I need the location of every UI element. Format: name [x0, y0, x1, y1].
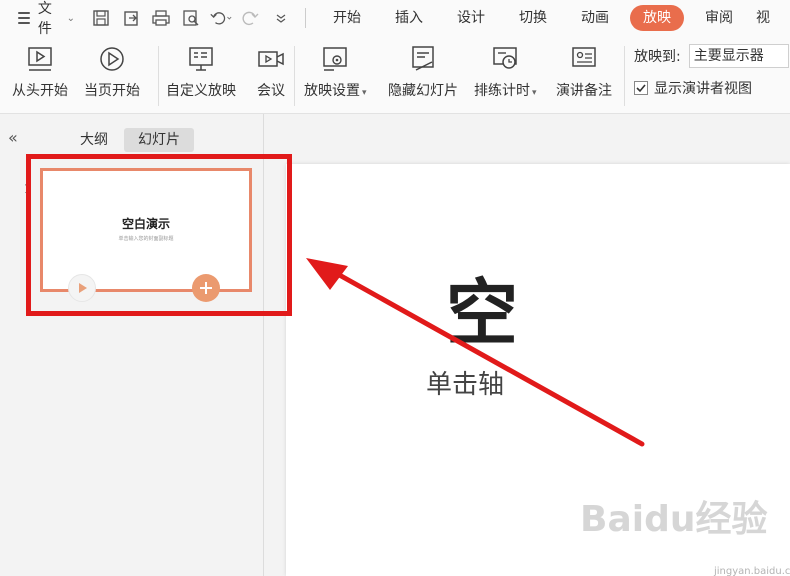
- show-target-row: 放映到: 主要显示器: [634, 44, 789, 68]
- rehearse-timing-button[interactable]: 排练计时 ▾: [474, 42, 537, 100]
- menu-bar: 文件 ⌄ 开始 插入 设计 切换 动画 放映 审阅 视: [0, 0, 790, 37]
- slide-title[interactable]: 空: [446, 254, 518, 359]
- from-start-label: 从头开始: [12, 83, 68, 99]
- tab-review[interactable]: 审阅: [688, 5, 750, 31]
- tab-slideshow[interactable]: 放映: [630, 5, 684, 31]
- dropdown-caret-icon: ▾: [362, 88, 367, 98]
- tab-slides[interactable]: 幻灯片: [124, 128, 194, 152]
- undo-icon[interactable]: [209, 6, 233, 30]
- show-settings-button[interactable]: 放映设置 ▾: [304, 42, 367, 100]
- meeting-label: 会议: [257, 83, 285, 99]
- speaker-notes-icon: [567, 42, 601, 76]
- ribbon-divider: [294, 46, 295, 106]
- play-current-icon: [95, 42, 129, 76]
- tab-animations[interactable]: 动画: [564, 5, 626, 31]
- tab-home[interactable]: 开始: [316, 5, 378, 31]
- checkmark-icon: [636, 84, 646, 93]
- print-icon[interactable]: [149, 6, 173, 30]
- rehearse-timing-text: 排练计时: [474, 83, 530, 99]
- show-settings-text: 放映设置: [304, 83, 360, 99]
- tab-transitions[interactable]: 切换: [502, 5, 564, 31]
- ribbon-toolbar: 从头开始 当页开始 自定义放映 会议 放映设置 ▾ 隐藏幻灯片 排练计时 ▾ 演…: [0, 36, 790, 114]
- meeting-button[interactable]: 会议: [254, 42, 288, 100]
- play-icon: [79, 283, 87, 293]
- show-settings-label: 放映设置 ▾: [304, 80, 367, 100]
- redo-icon[interactable]: [239, 6, 263, 30]
- watermark-url: jingyan.baidu.com: [714, 566, 790, 576]
- tab-view[interactable]: 视: [750, 5, 790, 31]
- from-current-button[interactable]: 当页开始: [84, 42, 140, 100]
- add-slide-button[interactable]: [192, 274, 220, 302]
- play-from-start-icon: [23, 42, 57, 76]
- ribbon-divider: [158, 46, 159, 106]
- custom-show-button[interactable]: 自定义放映: [166, 42, 236, 100]
- play-slide-button[interactable]: [68, 274, 96, 302]
- presenter-view-checkbox[interactable]: [634, 81, 648, 95]
- customize-toolbar-icon[interactable]: [269, 6, 293, 30]
- ribbon-divider: [624, 46, 625, 106]
- custom-show-icon: [184, 42, 218, 76]
- file-menu-label: 文件: [37, 1, 52, 37]
- save-icon[interactable]: [89, 6, 113, 30]
- presenter-view-row: 显示演讲者视图: [634, 78, 752, 98]
- custom-show-label: 自定义放映: [166, 83, 236, 99]
- slide-thumbnail[interactable]: 空白演示 单击输入您的封面副标题: [40, 168, 252, 292]
- file-menu[interactable]: 文件 ⌄: [0, 0, 75, 37]
- show-target-label: 放映到:: [634, 49, 681, 65]
- timer-icon: [488, 42, 522, 76]
- ribbon-tabs: 开始 插入 设计 切换 动画 放映 审阅 视: [316, 5, 790, 31]
- rehearse-timing-label: 排练计时 ▾: [474, 80, 537, 100]
- slide-canvas[interactable]: [286, 164, 790, 576]
- plus-icon: [200, 282, 212, 294]
- print-preview-icon[interactable]: [179, 6, 203, 30]
- thumbnail-subtitle: 单击输入您的封面副标题: [118, 236, 174, 242]
- toolbar-divider: [305, 8, 306, 28]
- quick-access-toolbar: [89, 6, 312, 30]
- tab-design[interactable]: 设计: [440, 5, 502, 31]
- show-target-select[interactable]: 主要显示器: [688, 44, 789, 68]
- thumbnail-title: 空白演示: [121, 217, 170, 231]
- presenter-view-label: 显示演讲者视图: [654, 81, 752, 97]
- hide-slide-icon: [406, 42, 440, 76]
- slide-number: 1: [24, 182, 32, 196]
- speaker-notes-button[interactable]: 演讲备注: [556, 42, 612, 100]
- hamburger-icon: [18, 12, 30, 24]
- tab-insert[interactable]: 插入: [378, 5, 440, 31]
- hide-slide-button[interactable]: 隐藏幻灯片: [388, 42, 458, 100]
- settings-gear-icon: [318, 42, 352, 76]
- speaker-notes-label: 演讲备注: [556, 83, 612, 99]
- from-start-button[interactable]: 从头开始: [12, 42, 68, 100]
- from-current-label: 当页开始: [84, 83, 140, 99]
- slide-subtitle[interactable]: 单击轴: [426, 364, 504, 401]
- dropdown-caret-icon: ▾: [532, 88, 537, 98]
- hide-slide-label: 隐藏幻灯片: [388, 83, 458, 99]
- video-camera-icon: [254, 42, 288, 76]
- tab-outline[interactable]: 大纲: [70, 128, 118, 152]
- chevron-down-icon: ⌄: [66, 12, 75, 24]
- export-icon[interactable]: [119, 6, 143, 30]
- collapse-panel-icon[interactable]: «: [8, 128, 18, 147]
